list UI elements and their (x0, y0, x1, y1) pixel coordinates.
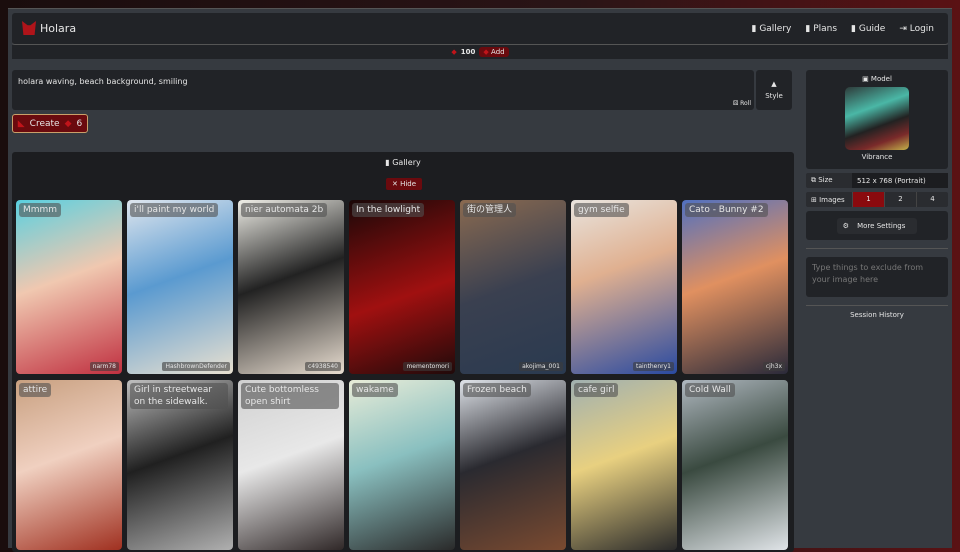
style-button[interactable]: ▲ Style (756, 70, 792, 110)
card-title: 街の管理人 (463, 203, 517, 217)
more-settings-button[interactable]: ⚙ More Settings (836, 217, 918, 234)
chevron-up-icon: ▲ (771, 80, 777, 88)
card-author[interactable]: mementomori (403, 362, 452, 371)
nav-guide[interactable]: ▮ Guide (851, 24, 885, 34)
credit-bar: ◆ 100 ◆ Add (12, 45, 948, 59)
create-cost: 6 (76, 118, 83, 129)
card-title: Mmmm (19, 203, 62, 217)
card-author[interactable]: akojima_001 (519, 362, 563, 371)
session-history-heading: Session History (850, 311, 904, 319)
card-author[interactable]: tainthenry1 (633, 362, 674, 371)
card-title: Cute bottomless open shirt (241, 383, 339, 409)
card-author[interactable]: narm78 (89, 362, 119, 371)
gem-icon: ◆ (451, 48, 457, 56)
size-value[interactable]: 512 x 768 (Portrait) (852, 173, 948, 188)
holara-logo-icon (22, 21, 36, 35)
model-thumbnail (845, 87, 909, 150)
navbar: Holara ▮ Gallery ▮ Plans ▮ Guide ⇥ Login (12, 13, 948, 45)
card-title: Girl in streetwear on the sidewalk. (130, 383, 228, 409)
model-name: Vibrance (861, 153, 893, 161)
nav-guide-label: Guide (858, 24, 886, 34)
images-label: ⊞ Images (811, 195, 845, 204)
settings-sidebar: ▣ Model Vibrance ⧉ Size 512 x 768 (Portra… (806, 70, 948, 319)
gallery-title: ▮ Gallery (385, 158, 421, 167)
gallery-title-text: Gallery (392, 158, 421, 167)
gallery-card[interactable]: i'll paint my world HashbrownDefender (127, 200, 233, 374)
credit-amount: 100 (460, 48, 476, 56)
size-selector[interactable]: ⧉ Size 512 x 768 (Portrait) (806, 173, 948, 188)
nav-plans-label: Plans (813, 24, 838, 34)
images-label-text: Images (819, 195, 845, 204)
gallery-card[interactable]: Girl in streetwear on the sidewalk. (127, 380, 233, 550)
card-author[interactable]: c4938540 (304, 362, 341, 371)
card-title: Cato - Bunny #2 (685, 203, 768, 217)
card-title: wakame (352, 383, 398, 397)
gem-icon: ◆ (64, 118, 72, 129)
gallery-card[interactable]: gym selfie tainthenry1 (571, 200, 677, 374)
card-title: cafe girl (574, 383, 619, 397)
images-selector: ⊞ Images 1 2 4 (806, 192, 948, 207)
card-title: In the lowlight (352, 203, 425, 217)
gallery-card[interactable]: cafe girl (571, 380, 677, 550)
nav-gallery[interactable]: ▮ Gallery (751, 24, 791, 34)
brand-name: Holara (40, 21, 77, 35)
gallery-card[interactable]: Cato - Bunny #2 cjh3x (682, 200, 788, 374)
card-author[interactable]: HashbrownDefender (162, 362, 230, 371)
style-label: Style (765, 92, 783, 100)
holara-icon: ◣ (17, 118, 25, 129)
gallery-card[interactable]: Mmmm narm78 (16, 200, 122, 374)
create-label: Create (29, 118, 60, 129)
add-label: Add (491, 48, 505, 56)
more-settings-label: More Settings (851, 217, 912, 234)
nav-login-label: Login (909, 24, 934, 34)
roll-label: Roll (740, 100, 751, 107)
gallery-card[interactable]: In the lowlight mementomori (349, 200, 455, 374)
card-title: nier automata 2b (241, 203, 328, 217)
prompt-input[interactable]: holara waving, beach background, smiling… (12, 70, 754, 110)
card-title: attire (19, 383, 52, 397)
nav-login[interactable]: ⇥ Login (899, 24, 934, 34)
card-title: i'll paint my world (130, 203, 219, 217)
gallery-card[interactable]: Cute bottomless open shirt (238, 380, 344, 550)
gallery-card[interactable]: wakame (349, 380, 455, 550)
size-label-text: Size (818, 176, 833, 184)
nav-plans[interactable]: ▮ Plans (805, 24, 837, 34)
app-frame: Holara ▮ Gallery ▮ Plans ▮ Guide ⇥ Login… (8, 8, 952, 552)
gallery-card[interactable]: nier automata 2b c4938540 (238, 200, 344, 374)
model-label: ▣ Model (862, 75, 892, 83)
nav-gallery-label: Gallery (759, 24, 792, 34)
size-label: ⧉ Size (811, 176, 833, 184)
divider (806, 248, 948, 249)
add-credits-button[interactable]: ◆ Add (479, 47, 509, 57)
brand-logo[interactable]: Holara (22, 21, 76, 35)
gallery-card[interactable]: Cold Wall (682, 380, 788, 550)
card-author[interactable]: cjh3x (762, 362, 785, 371)
negative-prompt-input[interactable]: Type things to exclude from your image h… (806, 257, 948, 297)
images-option-2[interactable]: 2 (884, 192, 916, 207)
gallery-panel: ▮ Gallery ✕ Hide Mmmm narm78 i'll paint my… (12, 152, 794, 552)
gallery-card[interactable]: 街の管理人 akojima_001 (460, 200, 566, 374)
card-title: Frozen beach (463, 383, 531, 397)
hide-gallery-button[interactable]: ✕ Hide (386, 178, 423, 190)
roll-button[interactable]: ⚄ Roll (733, 100, 751, 107)
create-button[interactable]: ◣ Create ◆ 6 (12, 114, 88, 133)
card-title: gym selfie (574, 203, 629, 217)
prompt-text: holara waving, beach background, smiling (18, 77, 188, 86)
images-option-1[interactable]: 1 (852, 192, 884, 207)
model-label-text: Model (870, 75, 892, 83)
model-selector[interactable]: ▣ Model Vibrance (806, 70, 948, 169)
images-option-4[interactable]: 4 (916, 192, 948, 207)
more-settings-panel: ⚙ More Settings (806, 211, 948, 240)
card-title: Cold Wall (685, 383, 735, 397)
gallery-card[interactable]: attire (16, 380, 122, 550)
divider (806, 305, 948, 306)
gallery-card[interactable]: Frozen beach (460, 380, 566, 550)
